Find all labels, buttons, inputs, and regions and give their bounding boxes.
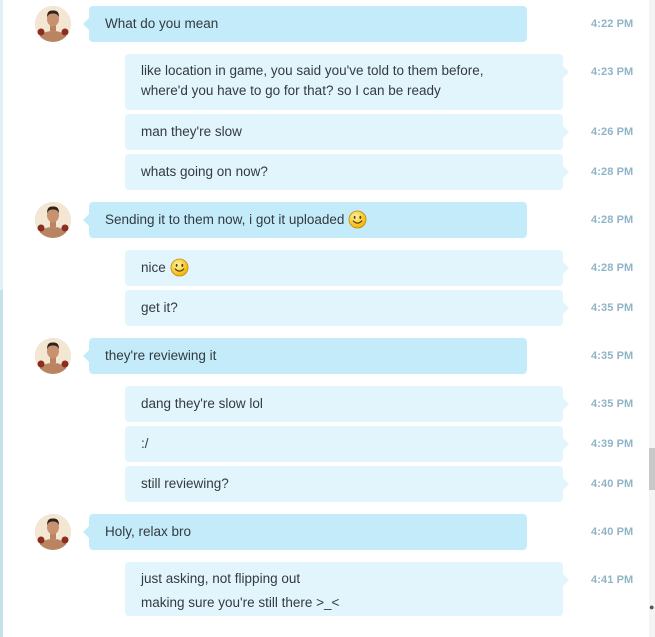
- message-text: nice: [141, 258, 547, 278]
- avatar-photo-icon: [35, 6, 71, 42]
- outgoing-message[interactable]: dang they're slow lol: [125, 386, 569, 422]
- incoming-message[interactable]: What do you mean: [83, 6, 527, 42]
- contact-avatar[interactable]: [35, 6, 71, 42]
- message-text: just asking, not flipping out: [141, 571, 301, 586]
- message-timestamp: 4:28 PM: [591, 214, 634, 226]
- outgoing-message[interactable]: like location in game, you said you've t…: [125, 54, 569, 110]
- message-timestamp: 4:28 PM: [591, 166, 634, 178]
- message-timestamp: 4:39 PM: [591, 438, 634, 450]
- incoming-message[interactable]: Sending it to them now, i got it uploade…: [83, 202, 527, 238]
- message-text: whats going on now?: [141, 164, 268, 179]
- message-timestamp: 4:35 PM: [591, 350, 634, 362]
- message-text: get it?: [141, 300, 178, 315]
- contact-avatar[interactable]: [35, 338, 71, 374]
- message-timestamp: 4:23 PM: [591, 66, 634, 78]
- outgoing-message[interactable]: just asking, not flipping out making sure…: [125, 562, 569, 616]
- scrollbar-track[interactable]: [649, 0, 655, 637]
- outgoing-message[interactable]: man they're slow: [125, 114, 569, 150]
- smile-emoticon-icon: [170, 258, 189, 277]
- message-text: like location in game, you said you've t…: [141, 63, 484, 78]
- resize-grip-icon[interactable]: ●: [649, 602, 654, 612]
- outgoing-message[interactable]: nice: [125, 250, 569, 286]
- message-timestamp: 4:26 PM: [591, 126, 634, 138]
- sidebar-edge-accent: [0, 290, 3, 637]
- message-text: making sure you're still there >_<: [141, 595, 340, 610]
- outgoing-message[interactable]: :/: [125, 426, 569, 462]
- message-text: where'd you have to go for that? so I ca…: [141, 83, 441, 98]
- contact-avatar[interactable]: [35, 202, 71, 238]
- message-text: man they're slow: [141, 124, 242, 139]
- message-timestamp: 4:40 PM: [591, 526, 634, 538]
- message-timestamp: 4:41 PM: [591, 574, 634, 586]
- message-timestamp: 4:35 PM: [591, 302, 634, 314]
- message-text: they're reviewing it: [105, 348, 217, 363]
- scrollbar-thumb[interactable]: [649, 448, 655, 490]
- avatar-photo-icon: [35, 202, 71, 238]
- outgoing-message[interactable]: still reviewing?: [125, 466, 569, 502]
- message-timestamp: 4:40 PM: [591, 478, 634, 490]
- message-text: dang they're slow lol: [141, 396, 263, 411]
- contact-avatar[interactable]: [35, 514, 71, 550]
- message-text: still reviewing?: [141, 476, 229, 491]
- outgoing-message[interactable]: whats going on now?: [125, 154, 569, 190]
- message-timestamp: 4:35 PM: [591, 398, 634, 410]
- incoming-message[interactable]: Holy, relax bro: [83, 514, 527, 550]
- message-text: :/: [141, 436, 149, 451]
- smile-emoticon-icon: [348, 210, 367, 229]
- message-text: Sending it to them now, i got it uploade…: [105, 210, 511, 230]
- message-timestamp: 4:28 PM: [591, 262, 634, 274]
- avatar-photo-icon: [35, 514, 71, 550]
- avatar-photo-icon: [35, 338, 71, 374]
- incoming-message[interactable]: they're reviewing it: [83, 338, 527, 374]
- message-timestamp: 4:22 PM: [591, 18, 634, 30]
- message-text: Holy, relax bro: [105, 524, 192, 539]
- outgoing-message[interactable]: get it?: [125, 290, 569, 326]
- message-text: What do you mean: [105, 16, 219, 31]
